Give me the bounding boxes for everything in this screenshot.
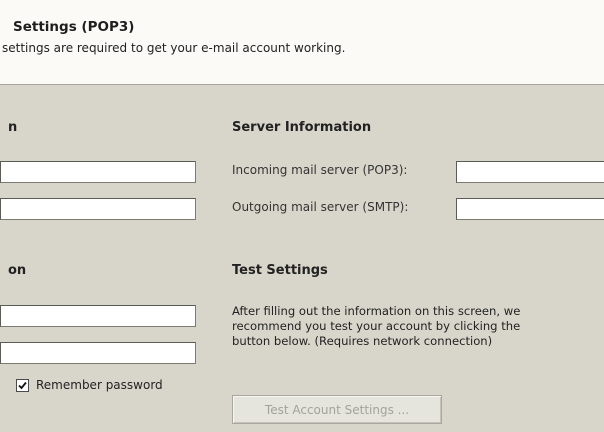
- remember-password-row[interactable]: Remember password: [0, 377, 210, 395]
- page-subtitle: settings are required to get your e-mail…: [2, 41, 346, 55]
- password-input[interactable]: [0, 342, 196, 364]
- logon-info-section-title: on: [8, 263, 27, 278]
- user-info-section-title: n: [8, 120, 18, 135]
- incoming-server-input[interactable]: [456, 161, 604, 183]
- outgoing-server-label: Outgoing mail server (SMTP):: [232, 200, 409, 214]
- test-settings-section-title: Test Settings: [232, 263, 328, 278]
- page-title: Settings (POP3): [13, 19, 135, 35]
- description-line: button below. (Requires network connecti…: [232, 334, 493, 348]
- server-info-section-title: Server Information: [232, 120, 372, 135]
- description-line: After filling out the information on thi…: [232, 304, 521, 318]
- remember-password-checkbox[interactable]: [16, 379, 29, 392]
- description-line: recommend you test your account by click…: [232, 319, 521, 333]
- test-settings-description: After filling out the information on thi…: [232, 304, 542, 349]
- test-account-settings-button[interactable]: Test Account Settings ...: [232, 395, 442, 424]
- user-name-input[interactable]: [0, 305, 196, 327]
- outgoing-server-input[interactable]: [456, 198, 604, 220]
- email-address-input[interactable]: [0, 198, 196, 220]
- dialog-header: Settings (POP3) settings are required to…: [0, 0, 604, 85]
- incoming-server-label: Incoming mail server (POP3):: [232, 163, 408, 177]
- checkmark-icon: [18, 381, 27, 390]
- remember-password-label: Remember password: [36, 378, 163, 392]
- your-name-input[interactable]: [0, 161, 196, 183]
